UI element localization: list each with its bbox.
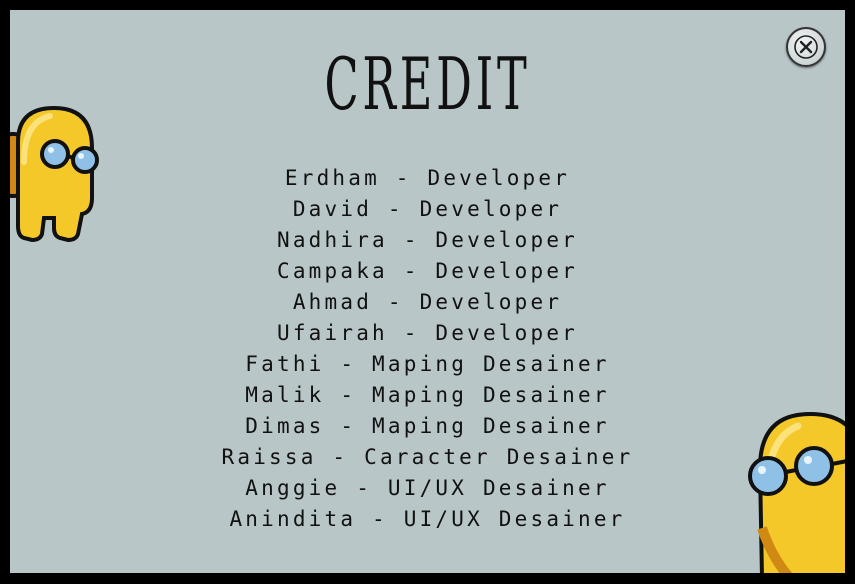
credit-entry: Fathi - Maping Desainer (245, 352, 610, 376)
credit-entry: David - Developer (292, 197, 563, 221)
credit-entry: Dimas - Maping Desainer (245, 414, 610, 438)
crewmate-character-icon (748, 411, 845, 573)
credit-entry: Anindita - UI/UX Desainer (229, 507, 626, 531)
credit-entry: Campaka - Developer (276, 259, 579, 283)
credit-entry: Ahmad - Developer (292, 290, 563, 314)
crewmate-character-icon (10, 105, 99, 242)
credit-entry: Raissa - Caracter Desainer (221, 445, 634, 469)
credits-list: Erdham - Developer David - Developer Nad… (10, 163, 845, 535)
credit-entry: Malik - Maping Desainer (245, 383, 610, 407)
page-title: CREDIT (324, 42, 531, 126)
credit-entry: Anggie - UI/UX Desainer (245, 476, 610, 500)
credit-entry: Ufairah - Developer (276, 321, 579, 345)
credits-panel: CREDIT Erdham - Developer David - Develo… (10, 10, 845, 573)
credit-entry: Nadhira - Developer (276, 228, 579, 252)
close-button[interactable] (786, 27, 826, 67)
close-x-icon (794, 35, 818, 59)
credit-entry: Erdham - Developer (284, 166, 571, 190)
